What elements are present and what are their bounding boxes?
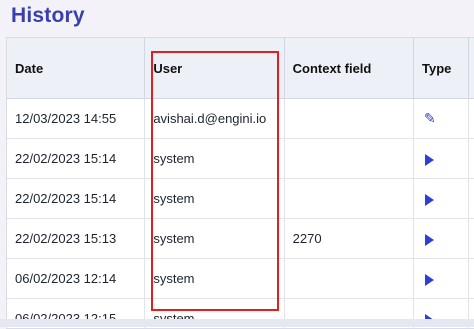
- cell-context: [284, 179, 414, 219]
- cell-extra: [469, 99, 474, 139]
- table-row[interactable]: 12/03/2023 14:55 avishai.d@engini.io ✎: [7, 99, 474, 139]
- cell-extra: [469, 259, 474, 299]
- play-icon[interactable]: [424, 273, 434, 286]
- cell-type: ✎: [413, 99, 470, 139]
- cell-context: [284, 259, 414, 299]
- cell-type: [413, 259, 470, 299]
- cell-extra: [469, 139, 474, 179]
- cell-type: [413, 139, 470, 179]
- cell-date: 22/02/2023 15:13: [7, 219, 146, 259]
- column-header-context-field[interactable]: Context field: [284, 38, 414, 99]
- cell-date: 22/02/2023 15:14: [7, 179, 146, 219]
- cell-user: system: [145, 179, 285, 219]
- play-icon[interactable]: [424, 153, 434, 166]
- bottom-bar: [0, 319, 474, 327]
- cell-context: 2270: [284, 219, 414, 259]
- table-row[interactable]: 22/02/2023 15:14 system: [7, 179, 474, 219]
- table-row[interactable]: 22/02/2023 15:13 system 2270: [7, 219, 474, 259]
- column-header-type[interactable]: Type: [413, 38, 470, 99]
- page-title: History: [11, 4, 85, 27]
- cell-context: [284, 99, 414, 139]
- cell-user: avishai.d@engini.io: [145, 99, 285, 139]
- play-icon[interactable]: [424, 233, 434, 246]
- table-row[interactable]: 22/02/2023 15:14 system: [7, 139, 474, 179]
- cell-user: system: [145, 219, 285, 259]
- cell-type: [413, 179, 470, 219]
- column-header-date[interactable]: Date: [7, 38, 146, 99]
- cell-type: [413, 219, 470, 259]
- cell-date: 22/02/2023 15:14: [7, 139, 146, 179]
- cell-date: 12/03/2023 14:55: [7, 99, 146, 139]
- column-header-user[interactable]: User: [145, 38, 285, 99]
- cell-user: system: [145, 139, 285, 179]
- cell-extra: [469, 179, 474, 219]
- table-header-row: Date User Context field Type: [7, 38, 474, 99]
- table-row[interactable]: 06/02/2023 12:14 system: [7, 259, 474, 299]
- cell-user: system: [145, 259, 285, 299]
- cell-extra: [469, 219, 474, 259]
- pencil-icon[interactable]: ✎: [424, 110, 436, 127]
- column-header-extra: [469, 38, 474, 99]
- cell-date: 06/02/2023 12:14: [7, 259, 146, 299]
- cell-context: [284, 139, 414, 179]
- history-table: Date User Context field Type 12/03/2023 …: [6, 37, 474, 329]
- play-icon[interactable]: [424, 193, 434, 206]
